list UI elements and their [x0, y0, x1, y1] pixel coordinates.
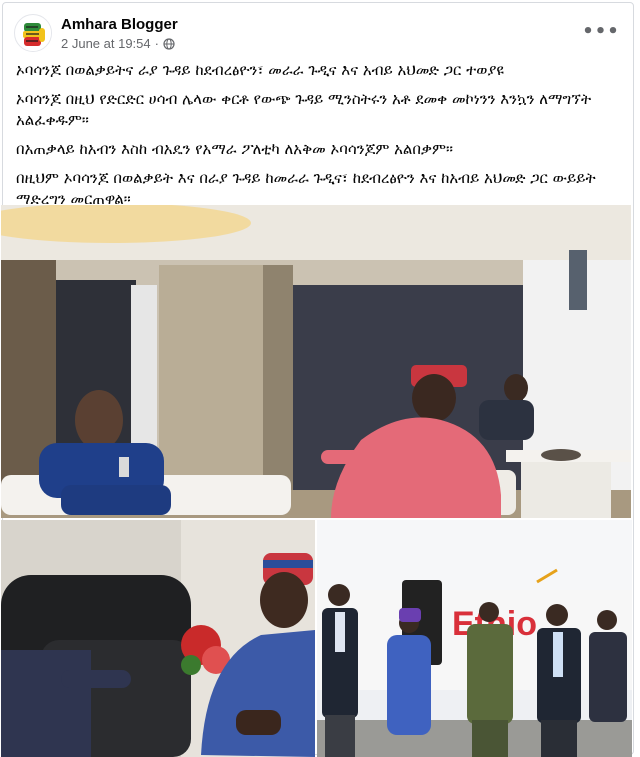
- facebook-post: Amhara Blogger 2 June at 19:54 · ••• ኦባሳ…: [0, 0, 640, 757]
- post-paragraph: በአጠቃላይ ከአብን እስከ ብአዴን የአማራ ፖለቲካ ለአቅመ ኦባሳን…: [16, 140, 454, 158]
- airport-arrival-image: Ethio: [317, 520, 632, 757]
- post-meta: 2 June at 19:54 ·: [61, 36, 175, 51]
- meeting-room-image: [1, 205, 631, 518]
- meta-dot: ·: [154, 36, 159, 51]
- seated-meeting-image: [1, 520, 315, 757]
- globe-icon[interactable]: [163, 37, 175, 50]
- post-paragraph: ኦባሳንጆ በዚህ የድርድር ሀሳብ ሌላው ቀርቶ የውጭ ጉዳይ ሚንስት…: [16, 90, 592, 129]
- post-paragraph: ኦባሳንጆ በወልቃይትና ራያ ጉዳይ ከደብረፅዮን፣ መራራ ጉዲና እና…: [16, 61, 504, 79]
- author-name[interactable]: Amhara Blogger: [61, 16, 178, 33]
- page-avatar[interactable]: [14, 14, 52, 52]
- post-paragraph: በዚህም ኦባሳንጆ በወልቃይት እና በራያ ጉዳይ ከመራራ ጉዲና፣ ከ…: [16, 169, 596, 208]
- photo-seated-meeting[interactable]: [1, 520, 315, 757]
- post-timestamp[interactable]: 2 June at 19:54: [61, 36, 151, 51]
- more-options-icon[interactable]: •••: [582, 18, 619, 44]
- photo-airport-arrival[interactable]: Ethio: [317, 520, 632, 757]
- post-text: ኦባሳንጆ በወልቃይትና ራያ ጉዳይ ከደብረፅዮን፣ መራራ ጉዲና እና…: [16, 60, 620, 218]
- photo-meeting-room[interactable]: [1, 205, 631, 518]
